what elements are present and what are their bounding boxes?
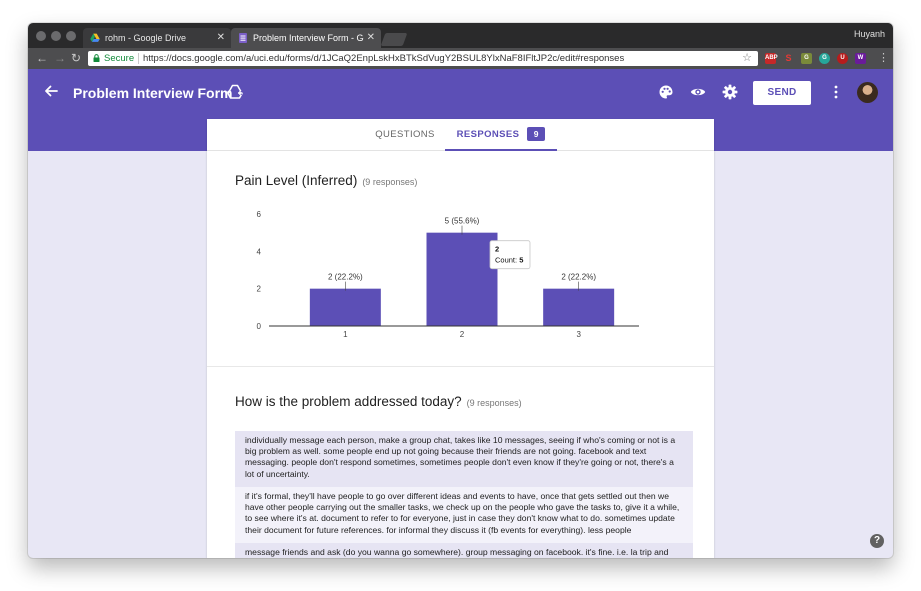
question-1-title-text: Pain Level (Inferred) xyxy=(235,173,358,188)
data-label: 2 (22.2%) xyxy=(328,273,363,282)
tooltip-count-value: 5 xyxy=(519,256,523,265)
response-item: if it's formal, they'll have people to g… xyxy=(235,487,693,543)
settings-gear-icon[interactable] xyxy=(722,84,738,100)
url-text[interactable]: https://docs.google.com/a/uci.edu/forms/… xyxy=(143,51,624,66)
bar xyxy=(309,288,381,326)
globe-extension-icon[interactable]: G xyxy=(819,53,830,64)
secure-label: Secure xyxy=(104,53,135,64)
x-tick-label: 3 xyxy=(576,330,581,339)
tab-questions[interactable]: QUESTIONS xyxy=(357,119,453,151)
add-to-drive-icon[interactable] xyxy=(227,84,243,100)
browser-tab-drive[interactable]: rohm - Google Drive ✕ xyxy=(83,28,231,48)
reload-icon[interactable]: ↻ xyxy=(71,51,81,65)
browser-toolbar: ← → ↻ Secure https://docs.google.com/a/u… xyxy=(28,48,893,69)
response-count-badge: 9 xyxy=(527,127,546,142)
question-2-title-text: How is the problem addressed today? xyxy=(235,394,462,409)
bar xyxy=(543,288,615,326)
question-1-title: Pain Level (Inferred) (9 responses) xyxy=(235,173,417,188)
question-1-response-count: (9 responses) xyxy=(362,177,418,187)
tab-close-icon[interactable]: ✕ xyxy=(217,28,225,48)
y-tick-label: 2 xyxy=(257,285,262,294)
tab-title: rohm - Google Drive xyxy=(105,33,187,43)
tab-responses[interactable]: RESPONSES 9 xyxy=(445,119,557,151)
tab-responses-label: RESPONSES xyxy=(456,129,520,140)
ublock-extension-icon[interactable]: U xyxy=(837,53,848,64)
form-title[interactable]: Problem Interview Form xyxy=(73,85,232,101)
x-tick-label: 1 xyxy=(343,330,348,339)
address-bar[interactable]: Secure https://docs.google.com/a/uci.edu… xyxy=(88,51,758,66)
bookmark-star-icon[interactable]: ☆ xyxy=(742,51,752,66)
x-tick-label: 2 xyxy=(460,330,465,339)
y-tick-label: 4 xyxy=(257,247,262,256)
more-vert-icon[interactable] xyxy=(833,84,839,100)
tooltip-count: Count: 5 xyxy=(495,256,523,265)
preview-eye-icon[interactable] xyxy=(690,84,706,100)
section-divider xyxy=(207,366,714,367)
question-2-title: How is the problem addressed today? (9 re… xyxy=(235,394,522,409)
response-item: message friends and ask (do you wanna go… xyxy=(235,543,693,558)
question-2-response-count: (9 responses) xyxy=(466,398,522,408)
tooltip-category: 2 xyxy=(495,245,499,254)
back-arrow-icon[interactable] xyxy=(43,83,59,99)
response-item: individually message each person, make a… xyxy=(235,431,693,487)
profile-name[interactable]: Huyanh xyxy=(854,29,885,39)
zoom-window-button[interactable] xyxy=(66,31,76,41)
google-drive-icon xyxy=(90,33,100,42)
browser-menu-icon[interactable]: ⋮ xyxy=(878,51,889,65)
pain-level-bar-chart: 0 2 4 6 2 (22.2%) 1 5 (55.6%) 2 2 (22.2%) 3 2 Count… xyxy=(257,210,639,339)
tab-questions-label: QUESTIONS xyxy=(375,129,435,140)
browser-tab-forms[interactable]: Problem Interview Form - Goo ✕ xyxy=(231,28,381,48)
back-icon[interactable]: ← xyxy=(36,51,48,65)
browser-tab-strip: rohm - Google Drive ✕ Problem Interview … xyxy=(28,23,893,48)
palette-icon[interactable] xyxy=(658,84,674,100)
form-card: QUESTIONS RESPONSES 9 Pain Level (Inferre… xyxy=(207,119,714,558)
address-divider xyxy=(138,53,139,64)
tab-close-icon[interactable]: ✕ xyxy=(363,28,375,48)
help-icon[interactable]: ? xyxy=(870,534,884,548)
lock-icon xyxy=(93,54,100,62)
browser-window: rohm - Google Drive ✕ Problem Interview … xyxy=(28,23,893,558)
data-label: 2 (22.2%) xyxy=(561,273,596,282)
data-label: 5 (55.6%) xyxy=(445,217,480,226)
grammar-extension-icon[interactable]: G xyxy=(801,53,812,64)
y-tick-label: 0 xyxy=(257,322,262,331)
new-tab-button[interactable] xyxy=(380,33,408,46)
close-window-button[interactable] xyxy=(36,31,46,41)
form-tabs: QUESTIONS RESPONSES 9 xyxy=(207,119,714,151)
w-extension-icon[interactable]: W xyxy=(855,53,866,64)
tab-title: Problem Interview Form - Goo xyxy=(253,33,374,43)
google-forms-icon xyxy=(239,33,247,43)
bar xyxy=(426,232,498,326)
send-button[interactable]: SEND xyxy=(753,81,811,105)
avatar[interactable] xyxy=(857,82,878,103)
s-extension-icon[interactable]: S xyxy=(783,53,794,64)
adblock-extension-icon[interactable]: ABP xyxy=(765,53,778,64)
tooltip-count-label: Count: xyxy=(495,256,519,265)
forward-icon[interactable]: → xyxy=(54,51,66,65)
y-tick-label: 6 xyxy=(257,210,262,219)
minimize-window-button[interactable] xyxy=(51,31,61,41)
